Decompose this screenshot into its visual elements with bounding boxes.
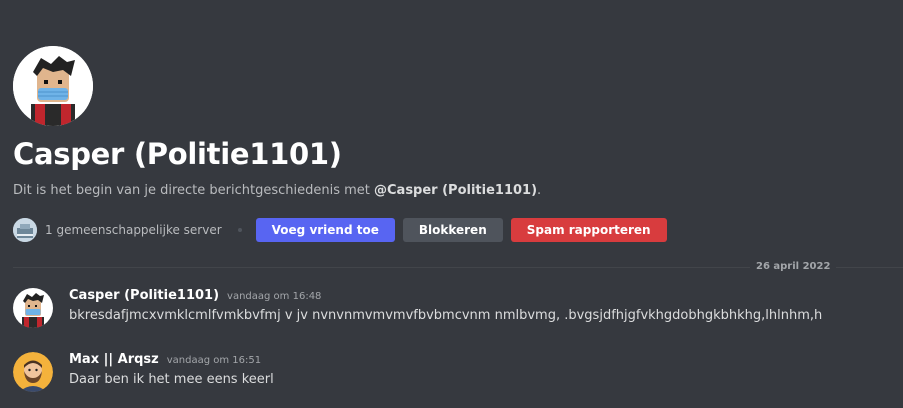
message-body: Max || Arqsz vandaag om 16:51 Daar ben i… (69, 352, 274, 387)
server-icon-image (13, 218, 37, 242)
profile-actions: 1 gemeenschappelijke server Voeg vriend … (13, 218, 675, 242)
message-author[interactable]: Casper (Politie1101) (69, 288, 219, 303)
dm-intro-text: Dit is het begin van je directe berichtg… (13, 183, 541, 198)
roblox-avatar-icon (13, 288, 53, 328)
separator-dot (237, 228, 242, 232)
message-text: bkresdafjmcxvmklcmlfvmkbvfmj v jv nvnvnm… (69, 308, 823, 323)
block-button[interactable]: Blokkeren (402, 218, 503, 242)
message-timestamp: vandaag om 16:51 (166, 355, 262, 366)
intro-suffix: . (537, 183, 542, 198)
date-divider-label: 26 april 2022 (750, 261, 837, 272)
add-friend-button[interactable]: Voeg vriend toe (255, 218, 395, 242)
message-avatar[interactable] (13, 288, 53, 328)
user-mention[interactable]: @Casper (Politie1101) (374, 183, 537, 198)
message-author[interactable]: Max || Arqsz (69, 352, 159, 367)
report-spam-button[interactable]: Spam rapporteren (510, 218, 667, 242)
message-header: Casper (Politie1101) vandaag om 16:48 (69, 288, 822, 303)
message-avatar[interactable] (13, 352, 53, 392)
message-timestamp: vandaag om 16:48 (227, 291, 322, 302)
message-header: Max || Arqsz vandaag om 16:51 (69, 352, 274, 367)
dm-channel: Casper (Politie1101) Dit is het begin va… (0, 0, 903, 408)
intro-prefix: Dit is het begin van je directe berichtg… (13, 183, 374, 198)
bearded-avatar-icon (13, 352, 53, 392)
profile-avatar[interactable] (13, 46, 93, 126)
mutual-servers-link[interactable]: 1 gemeenschappelijke server (45, 223, 222, 237)
profile-name: Casper (Politie1101) (13, 137, 342, 171)
roblox-avatar-icon (13, 46, 93, 126)
server-icon[interactable] (13, 218, 37, 242)
message-text: Daar ben ik het mee eens keerl (69, 372, 274, 387)
message-body: Casper (Politie1101) vandaag om 16:48 bk… (69, 288, 822, 323)
